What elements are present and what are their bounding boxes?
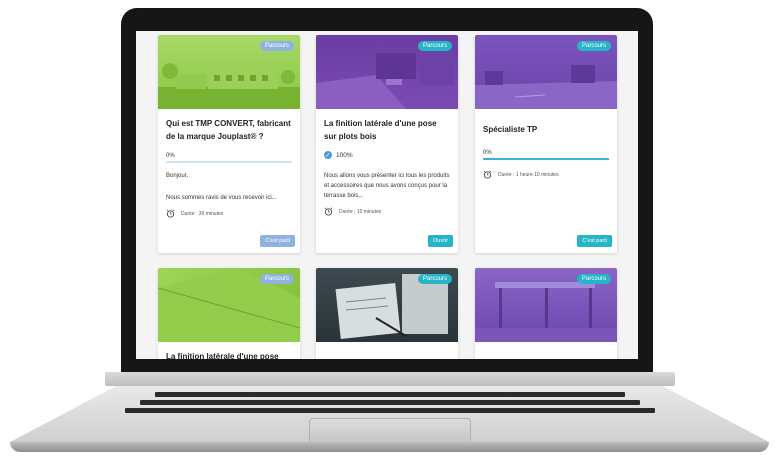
duration-text: Durée : 30 minutes [181, 210, 224, 217]
course-type-badge: Parcours [417, 274, 452, 284]
laptop-screen: Parcours Qui est TMP CONVERT, fabricant … [136, 31, 638, 359]
course-type-badge: Parcours [417, 41, 452, 51]
keyboard-row [139, 400, 640, 405]
progress-label: 0% [483, 150, 492, 156]
progress-label: 0% [166, 153, 175, 159]
progress-bar [166, 161, 292, 163]
alarm-clock-icon [324, 207, 333, 216]
duration-text: Durée : 10 minutes [339, 208, 382, 215]
course-thumbnail: Parcours [316, 268, 458, 342]
start-button[interactable]: C'est parti [577, 235, 612, 247]
course-type-badge: Parcours [259, 41, 294, 51]
course-card[interactable]: Parcours [316, 268, 458, 359]
trackpad [309, 418, 471, 444]
progress-complete: ✓ 100% [324, 151, 450, 159]
course-description: Nous allons vous présenter ici tous les … [324, 173, 450, 199]
course-thumbnail: Parcours [158, 35, 300, 109]
course-description-more: Nous sommes ravis de vous recevoir ici..… [166, 195, 277, 201]
course-card[interactable]: Parcours Qui est TMP CONVERT, fabricant … [158, 35, 300, 253]
course-card[interactable]: Parcours La finition latérale d'une pose… [158, 268, 300, 359]
course-card[interactable]: Parcours La finition latérale d'une pose… [316, 35, 458, 253]
course-type-badge: Parcours [259, 274, 294, 284]
course-type-badge: Parcours [576, 274, 611, 284]
course-thumbnail: Parcours [158, 268, 300, 342]
course-thumbnail: Parcours [475, 268, 617, 342]
course-duration: Durée : 1 heure 10 minutes [483, 170, 609, 179]
start-button[interactable]: C'est parti [260, 235, 295, 247]
course-title[interactable]: La finition latérale d'une pose sur [166, 350, 292, 359]
duration-text: Durée : 1 heure 10 minutes [498, 171, 559, 178]
progress-label: 100% [336, 151, 353, 159]
laptop-hinge [105, 372, 675, 386]
checkmark-icon: ✓ [324, 151, 332, 159]
course-duration: Durée : 10 minutes [324, 207, 450, 216]
course-thumbnail: Parcours [475, 35, 617, 109]
course-title[interactable]: Spécialiste TP [483, 123, 609, 136]
keyboard-row [124, 408, 655, 413]
course-title[interactable]: La finition latérale d'une pose sur plot… [324, 117, 450, 143]
course-type-badge: Parcours [576, 41, 611, 51]
laptop-bottom-edge [10, 442, 769, 452]
course-title[interactable]: Qui est TMP CONVERT, fabricant de la mar… [166, 117, 292, 143]
course-card[interactable]: Parcours [475, 268, 617, 359]
course-duration: Durée : 30 minutes [166, 209, 292, 218]
progress-fill [483, 158, 609, 160]
open-button[interactable]: Ouvrir [428, 235, 453, 247]
course-card[interactable]: Parcours Spécialiste TP 0% Durée : 1 heu… [475, 35, 617, 253]
keyboard-row [154, 392, 625, 397]
progress-bar [483, 158, 609, 160]
laptop-base [10, 372, 769, 456]
course-description: Bonjour, [166, 173, 189, 179]
alarm-clock-icon [166, 209, 175, 218]
alarm-clock-icon [483, 170, 492, 179]
course-thumbnail: Parcours [316, 35, 458, 109]
